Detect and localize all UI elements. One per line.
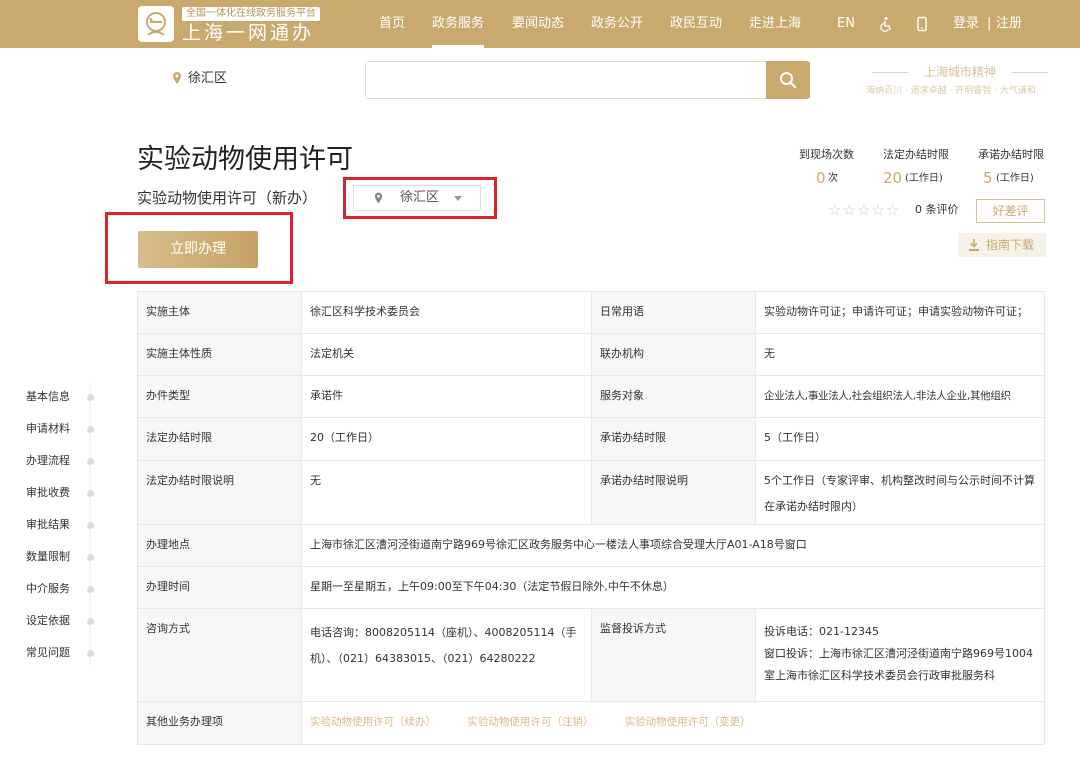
table-value: 20（工作日） <box>302 418 592 461</box>
login-separator: | <box>987 16 992 31</box>
table-label: 承诺办结时限说明 <box>592 461 756 525</box>
table-label: 服务对象 <box>592 376 756 418</box>
table-label: 办理地点 <box>138 525 302 567</box>
table-value: 承诺件 <box>302 376 592 418</box>
side-nav-process[interactable]: 办理流程 <box>26 454 70 468</box>
logo-icon[interactable] <box>138 6 174 42</box>
table-value: 法定机关 <box>302 334 592 376</box>
side-nav-dot <box>87 554 94 561</box>
brand-tagline: 全国一体化在线政务服务平台 <box>182 7 320 21</box>
guide-download-label: 指南下载 <box>986 238 1035 252</box>
brand-name[interactable]: 上海一网通办 <box>182 22 314 44</box>
mobile-icon[interactable] <box>914 16 930 32</box>
register-link[interactable]: 注册 <box>996 0 1022 48</box>
table-value: 5（工作日） <box>756 418 1045 461</box>
page-title: 实验动物使用许可 <box>137 144 353 175</box>
table-value: 实验动物许可证；申请许可证；申请实验动物许可证； <box>756 292 1045 334</box>
nav-home[interactable]: 首页 <box>379 0 405 48</box>
side-nav-dot <box>87 490 94 497</box>
nav-news[interactable]: 要闻动态 <box>512 0 564 48</box>
side-nav-dot <box>87 618 94 625</box>
location-pin-icon <box>173 72 181 84</box>
side-nav-quantity[interactable]: 数量限制 <box>26 550 70 564</box>
side-nav-dot <box>87 426 94 433</box>
login-link[interactable]: 登录 <box>953 0 979 48</box>
side-nav-fees[interactable]: 审批收费 <box>26 486 70 500</box>
chevron-down-icon <box>454 196 462 201</box>
review-button[interactable]: 好差评 <box>976 199 1045 223</box>
search-icon <box>780 72 797 89</box>
table-label: 办理时间 <box>138 567 302 609</box>
side-nav-dot <box>87 650 94 657</box>
stat-unit-legal-limit: (工作日) <box>905 173 943 184</box>
stat-value-visits: 0 <box>816 169 826 187</box>
side-nav-dot <box>87 458 94 465</box>
search-input[interactable] <box>365 61 766 99</box>
stat-label-visits: 到现场次数 <box>799 148 854 161</box>
nav-interaction[interactable]: 政民互动 <box>670 0 722 48</box>
review-count: 0 条评价 <box>915 203 959 216</box>
location-pin-icon <box>374 192 383 204</box>
table-value: 无 <box>302 461 592 525</box>
table-label: 承诺办结时限 <box>592 418 756 461</box>
stat-unit-promised-limit: (工作日) <box>996 173 1034 184</box>
stat-value-legal-limit: 20 <box>883 169 903 187</box>
table-value: 徐汇区科学技术委员会 <box>302 292 592 334</box>
side-nav-dot <box>87 522 94 529</box>
table-label: 监督投诉方式 <box>592 609 756 702</box>
side-nav-basic-info[interactable]: 基本信息 <box>26 390 70 404</box>
other-service-link[interactable]: 实验动物使用许可（续办） <box>310 716 436 728</box>
side-nav-dot <box>87 586 94 593</box>
table-label: 实施主体性质 <box>138 334 302 376</box>
star-rating-icon: ☆☆☆☆☆ <box>828 201 901 219</box>
language-switch[interactable]: EN <box>837 0 855 48</box>
city-spirit-title: 上海城市精神 <box>872 64 1048 80</box>
nav-gov-open[interactable]: 政务公开 <box>591 0 643 48</box>
side-nav-intermediary[interactable]: 中介服务 <box>26 582 70 596</box>
table-value: 无 <box>756 334 1045 376</box>
accessibility-icon[interactable] <box>878 16 894 32</box>
other-service-link[interactable]: 实验动物使用许可（变更） <box>625 716 751 728</box>
nav-gov-services[interactable]: 政务服务 <box>432 0 485 48</box>
city-spirit-subtitle: 海纳百川 · 追求卓越 · 开明睿智 · 大气谦和 <box>866 86 1036 96</box>
side-nav-basis[interactable]: 设定依据 <box>26 614 70 628</box>
table-label: 实施主体 <box>138 292 302 334</box>
complaint-phone: 投诉电话：021-12345 <box>764 625 879 638</box>
table-label: 法定办结时限 <box>138 418 302 461</box>
table-value-complaint: 投诉电话：021-12345 窗口投诉：上海市徐汇区漕河泾街道南宁路969号10… <box>756 609 1045 702</box>
service-subtitle: 实验动物使用许可（新办） <box>137 189 318 207</box>
stat-unit-visits: 次 <box>828 173 838 184</box>
table-label: 法定办结时限说明 <box>138 461 302 525</box>
table-value: 电话咨询：8008205114（座机）、4008205114（手机）、（021）… <box>302 609 592 702</box>
table-value: 企业法人,事业法人,社会组织法人,非法人企业,其他组织 <box>756 376 1045 418</box>
side-nav-dot <box>87 394 94 401</box>
stat-label-legal-limit: 法定办结时限 <box>883 148 949 161</box>
search-button[interactable] <box>766 61 810 99</box>
table-value: 星期一至星期五，上午09:00至下午04:30（法定节假日除外,中午不休息） <box>302 567 1045 609</box>
complaint-window: 窗口投诉：上海市徐汇区漕河泾街道南宁路969号1004室上海市徐汇区科学技术委员… <box>764 647 1033 682</box>
table-label: 咨询方式 <box>138 609 302 702</box>
table-label: 其他业务办理项 <box>138 702 302 745</box>
district-select[interactable]: 徐汇区 <box>353 185 481 211</box>
table-value: 5个工作日（专家评审、机构整改时间与公示时间不计算在承诺办结时限内） <box>756 461 1045 525</box>
guide-download-button[interactable]: 指南下载 <box>958 233 1046 257</box>
top-bar: 全国一体化在线政务服务平台 上海一网通办 首页 政务服务 要闻动态 政务公开 政… <box>0 0 1080 48</box>
stat-label-promised-limit: 承诺办结时限 <box>978 148 1044 161</box>
side-nav-materials[interactable]: 申请材料 <box>26 422 70 436</box>
download-icon <box>969 239 979 251</box>
district-select-value: 徐汇区 <box>400 190 440 205</box>
table-label: 日常用语 <box>592 292 756 334</box>
other-service-link[interactable]: 实验动物使用许可（注销） <box>467 716 593 728</box>
location-selector[interactable]: 徐汇区 <box>188 70 227 88</box>
table-value: 上海市徐汇区漕河泾街道南宁路969号徐汇区政务服务中心一楼法人事项综合受理大厅A… <box>302 525 1045 567</box>
stat-value-promised-limit: 5 <box>983 169 993 187</box>
table-label: 联办机构 <box>592 334 756 376</box>
other-services: 实验动物使用许可（续办） 实验动物使用许可（注销） 实验动物使用许可（变更） <box>302 702 1045 745</box>
nav-about-shanghai[interactable]: 走进上海 <box>749 0 801 48</box>
table-label: 办件类型 <box>138 376 302 418</box>
side-nav-results[interactable]: 审批结果 <box>26 518 70 532</box>
side-nav-faq[interactable]: 常见问题 <box>26 646 70 660</box>
apply-now-button[interactable]: 立即办理 <box>138 231 258 268</box>
